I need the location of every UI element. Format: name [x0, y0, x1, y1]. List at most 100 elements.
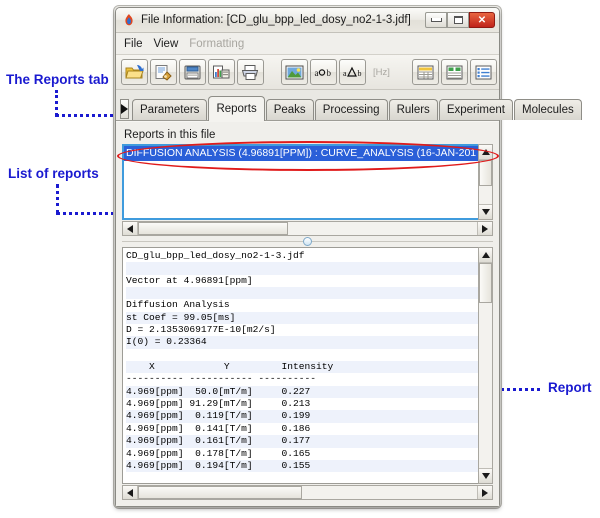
minimize-button[interactable]: [425, 12, 447, 28]
report-hscroll-track[interactable]: [138, 486, 477, 499]
triangle-up-icon: [481, 252, 490, 258]
panel-splitter[interactable]: [122, 236, 493, 247]
report-horizontal-scrollbar[interactable]: [122, 485, 493, 500]
maximize-icon: [453, 16, 463, 24]
grid-view-button[interactable]: [441, 59, 468, 85]
ab-axis-icon: a b: [315, 68, 332, 78]
triangle-right-icon: [482, 488, 488, 497]
annotation-reports-tab: The Reports tab: [6, 72, 109, 87]
report-line: st Coef = 99.05[ms]: [126, 311, 478, 325]
report-line: 4.969[ppm] 0.119[T/m] 0.199: [126, 410, 478, 423]
table-view-button[interactable]: [412, 59, 439, 85]
close-button[interactable]: ✕: [469, 12, 495, 28]
tab-peaks[interactable]: Peaks: [265, 99, 314, 120]
tab-parameters[interactable]: Parameters: [132, 99, 208, 120]
menu-item-view[interactable]: View: [154, 38, 179, 50]
open-folder-icon: [125, 64, 144, 78]
tab-reports[interactable]: Reports: [208, 96, 265, 121]
annotation-list-of-reports: List of reports: [8, 166, 99, 181]
annotation-list-leader-v: [56, 184, 59, 214]
list-view-button[interactable]: [470, 59, 497, 85]
report-vertical-scrollbar[interactable]: [478, 247, 493, 484]
menu-item-file[interactable]: File: [124, 38, 143, 50]
toolbar-separator-1: [266, 72, 279, 73]
scroll-track[interactable]: [479, 160, 492, 204]
tab-processing[interactable]: Processing: [314, 99, 388, 120]
report-scroll-track[interactable]: [479, 263, 492, 468]
annotation-report: Report: [548, 380, 592, 395]
ab-axis-button[interactable]: a b: [310, 59, 337, 85]
svg-text:a: a: [343, 69, 347, 78]
export-chart-icon: [213, 65, 230, 78]
report-line: ---------- ----------- ----------: [126, 373, 316, 385]
minimize-icon: [430, 18, 442, 22]
report-scroll-down-button[interactable]: [479, 468, 492, 483]
triangle-down-icon: [481, 209, 490, 215]
triangle-down-icon: [481, 473, 490, 479]
report-line: 4.969[ppm] 0.161[T/m] 0.177: [126, 435, 478, 448]
reports-list-row: DIFFUSION ANALYSIS (4.96891[PPM]) : CURV…: [122, 144, 493, 220]
hz-units-button: [Hz]: [368, 59, 395, 85]
triangle-left-icon: [127, 488, 133, 497]
export-chart-button[interactable]: [208, 59, 235, 85]
report-hscroll-thumb[interactable]: [138, 486, 302, 499]
scroll-up-button[interactable]: [479, 145, 492, 160]
table-view-icon: [417, 65, 434, 79]
hscroll-thumb[interactable]: [138, 222, 288, 235]
reports-list-vertical-scrollbar[interactable]: [478, 144, 493, 220]
triangle-up-icon: [481, 149, 490, 155]
list-item-diffusion-analysis[interactable]: DIFFUSION ANALYSIS (4.96891[PPM]) : CURV…: [124, 146, 478, 161]
app-flame-icon: [122, 13, 136, 27]
image-view-button[interactable]: [281, 59, 308, 85]
file-information-window: File Information: [CD_glu_bpp_led_dosy_n…: [115, 7, 582, 507]
tabstrip: Parameters Reports Peaks Processing Rule…: [116, 90, 582, 121]
report-line: 4.969[ppm] 0.178[T/m] 0.165: [126, 447, 311, 459]
open-folder-button[interactable]: [121, 59, 148, 85]
report-scroll-up-button[interactable]: [479, 248, 492, 263]
report-line: X Y Intensity: [126, 361, 478, 374]
scroll-thumb[interactable]: [479, 160, 492, 186]
image-view-icon: [285, 65, 304, 79]
report-scroll-right-button[interactable]: [477, 486, 492, 499]
report-line: Diffusion Analysis: [126, 299, 230, 311]
tab-experiment[interactable]: Experiment: [438, 99, 513, 120]
report-line: 4.969[ppm] 91.29[mT/m] 0.213: [126, 398, 311, 410]
reports-list-horizontal-scrollbar[interactable]: [122, 221, 493, 236]
report-scroll-thumb[interactable]: [479, 263, 492, 303]
report-view-container: CD_glu_bpp_led_dosy_no2-1-3.jdf Vector a…: [122, 247, 493, 500]
report-line: CD_glu_bpp_led_dosy_no2-1-3.jdf: [126, 250, 305, 261]
grid-view-icon: [446, 65, 463, 79]
report-line: 4.969[ppm] 50.0[mT/m] 0.227: [126, 385, 478, 399]
maximize-button[interactable]: [447, 12, 469, 28]
svg-text:b: b: [358, 69, 362, 78]
print-button[interactable]: [237, 59, 264, 85]
report-line: [126, 349, 478, 361]
tab-scroll-right-button[interactable]: [120, 99, 129, 119]
scroll-left-button[interactable]: [123, 222, 138, 235]
save-icon: [184, 65, 201, 79]
report-scroll-left-button[interactable]: [123, 486, 138, 499]
scroll-down-button[interactable]: [479, 204, 492, 219]
reports-listbox[interactable]: DIFFUSION ANALYSIS (4.96891[PPM]) : CURV…: [122, 144, 478, 220]
hscroll-track[interactable]: [138, 222, 477, 235]
tab-molecules[interactable]: Molecules: [513, 99, 582, 120]
report-text-view[interactable]: CD_glu_bpp_led_dosy_no2-1-3.jdf Vector a…: [122, 247, 478, 484]
print-icon: [241, 64, 259, 80]
window-titlebar[interactable]: File Information: [CD_glu_bpp_led_dosy_n…: [116, 8, 499, 33]
report-view-row: CD_glu_bpp_led_dosy_no2-1-3.jdf Vector a…: [122, 247, 493, 484]
chevron-right-icon: [121, 104, 128, 114]
delta-axis-icon: a b: [343, 66, 362, 78]
reports-in-this-file-label: Reports in this file: [124, 129, 216, 141]
annotation-reports-tab-leader-v: [55, 90, 58, 116]
tab-rulers[interactable]: Rulers: [388, 99, 438, 120]
window-controls: ✕: [425, 12, 497, 28]
toolbar: a b a b [Hz]: [116, 55, 499, 90]
save-button[interactable]: [179, 59, 206, 85]
delta-axis-button[interactable]: a b: [339, 59, 366, 85]
report-line: Vector at 4.96891[ppm]: [126, 274, 253, 286]
reports-panel: Reports in this file DIFFUSION ANALYSIS …: [116, 121, 499, 506]
edit-document-button[interactable]: [150, 59, 177, 85]
triangle-left-icon: [127, 224, 133, 233]
scroll-right-button[interactable]: [477, 222, 492, 235]
splitter-handle[interactable]: [303, 237, 312, 246]
